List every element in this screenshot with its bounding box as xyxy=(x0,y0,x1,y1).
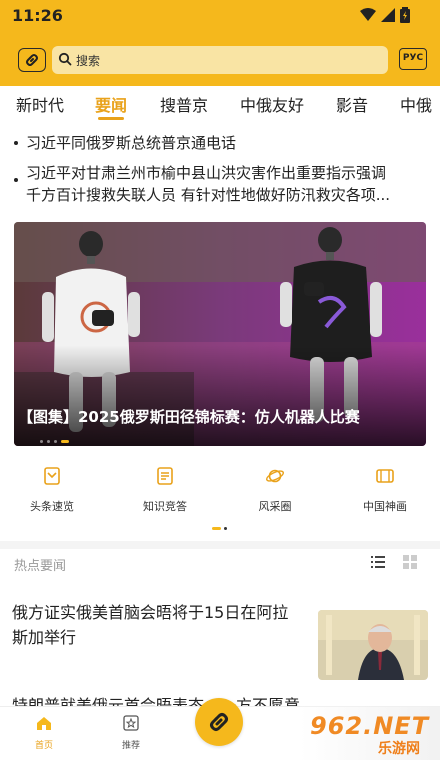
tab-yaowen[interactable]: 要闻 xyxy=(95,92,127,116)
link-icon xyxy=(210,713,228,731)
search-row: 搜索 РУС xyxy=(0,40,440,80)
quick-link-shenhua[interactable]: 中国神画 xyxy=(330,466,440,514)
language-button[interactable]: РУС xyxy=(399,48,427,70)
quick-link-label: 知识竞答 xyxy=(143,500,187,513)
link-button[interactable] xyxy=(18,48,46,72)
category-tabs: 新时代 要闻 搜普京 中俄友好 影音 中俄 xyxy=(0,86,440,120)
quick-link-label: 风采圈 xyxy=(258,500,292,513)
nav-recommend-label: 推荐 xyxy=(121,741,140,751)
page-indicator-active xyxy=(212,527,221,530)
tab-yingyin[interactable]: 影音 xyxy=(336,92,368,116)
headline-text: 习近平对甘肃兰州市榆中县山洪灾害作出重要指示强调 xyxy=(26,164,387,182)
pagination-dot-active xyxy=(61,440,69,443)
banner-pagination xyxy=(40,440,69,444)
scroll-icon xyxy=(376,469,394,483)
search-input[interactable]: 搜索 xyxy=(52,46,388,74)
bullet-dot xyxy=(14,178,18,182)
quick-link-label: 中国神画 xyxy=(363,500,407,513)
pagination-dot xyxy=(47,440,50,443)
quick-links-page-indicator xyxy=(212,527,227,530)
app-header: 11:26 搜索 РУС xyxy=(0,0,440,86)
signal-icon xyxy=(381,8,395,22)
pagination-dot xyxy=(54,440,57,443)
star-box-icon xyxy=(123,715,139,731)
news-item-title[interactable]: 俄方证实俄美首脑会晤将于15日在阿拉斯加举行 xyxy=(12,600,302,650)
grid-view-icon[interactable] xyxy=(403,555,417,569)
quick-link-toutiao[interactable]: 头条速览 xyxy=(0,466,107,514)
tab-xinshidai[interactable]: 新时代 xyxy=(16,92,64,116)
nav-home[interactable]: 首页 xyxy=(14,715,74,751)
quick-link-quiz[interactable]: 知识竞答 xyxy=(110,466,220,514)
news-thumbnail-image xyxy=(318,610,428,680)
planet-icon xyxy=(266,469,284,483)
status-bar: 11:26 xyxy=(0,0,440,30)
search-icon xyxy=(58,52,72,66)
list-view-icon[interactable] xyxy=(371,555,385,569)
pagination-dot xyxy=(40,440,43,443)
bullet-dot xyxy=(14,141,18,145)
home-icon xyxy=(37,717,51,730)
headline-text-line2: 千方百计搜救失联人员 有针对性地做好防汛救灾各项... xyxy=(26,186,391,204)
tab-zhongeyouhao[interactable]: 中俄友好 xyxy=(240,92,304,116)
headline-text: 习近平同俄罗斯总统普京通电话 xyxy=(26,134,237,152)
active-tab-indicator xyxy=(98,117,124,120)
quiz-icon xyxy=(157,467,173,485)
battery-icon xyxy=(400,7,410,23)
quick-link-label: 头条速览 xyxy=(30,500,74,513)
status-time: 11:26 xyxy=(12,6,63,25)
quick-link-fengcai[interactable]: 风采圈 xyxy=(220,466,330,514)
banner-caption: 【图集】2025俄罗斯田径锦标赛：仿人机器人比赛 xyxy=(18,408,360,426)
wifi-icon xyxy=(360,8,376,21)
status-icons xyxy=(360,5,410,25)
search-placeholder: 搜索 xyxy=(76,54,101,68)
document-icon xyxy=(44,467,60,485)
nav-recommend[interactable]: 推荐 xyxy=(101,715,161,751)
watermark-logo: 962.NET xyxy=(310,712,430,740)
watermark-sub: 乐游网 xyxy=(378,741,420,757)
tab-soupujing[interactable]: 搜普京 xyxy=(160,92,208,116)
hot-news-title: 热点要闻 xyxy=(14,559,67,574)
center-link-button[interactable] xyxy=(195,698,243,746)
page-indicator-dot xyxy=(224,527,227,530)
section-divider xyxy=(0,541,440,549)
tab-zhonge[interactable]: 中俄 xyxy=(400,92,432,116)
nav-home-label: 首页 xyxy=(34,741,53,751)
news-thumbnail[interactable] xyxy=(318,610,428,680)
link-icon xyxy=(26,54,38,66)
